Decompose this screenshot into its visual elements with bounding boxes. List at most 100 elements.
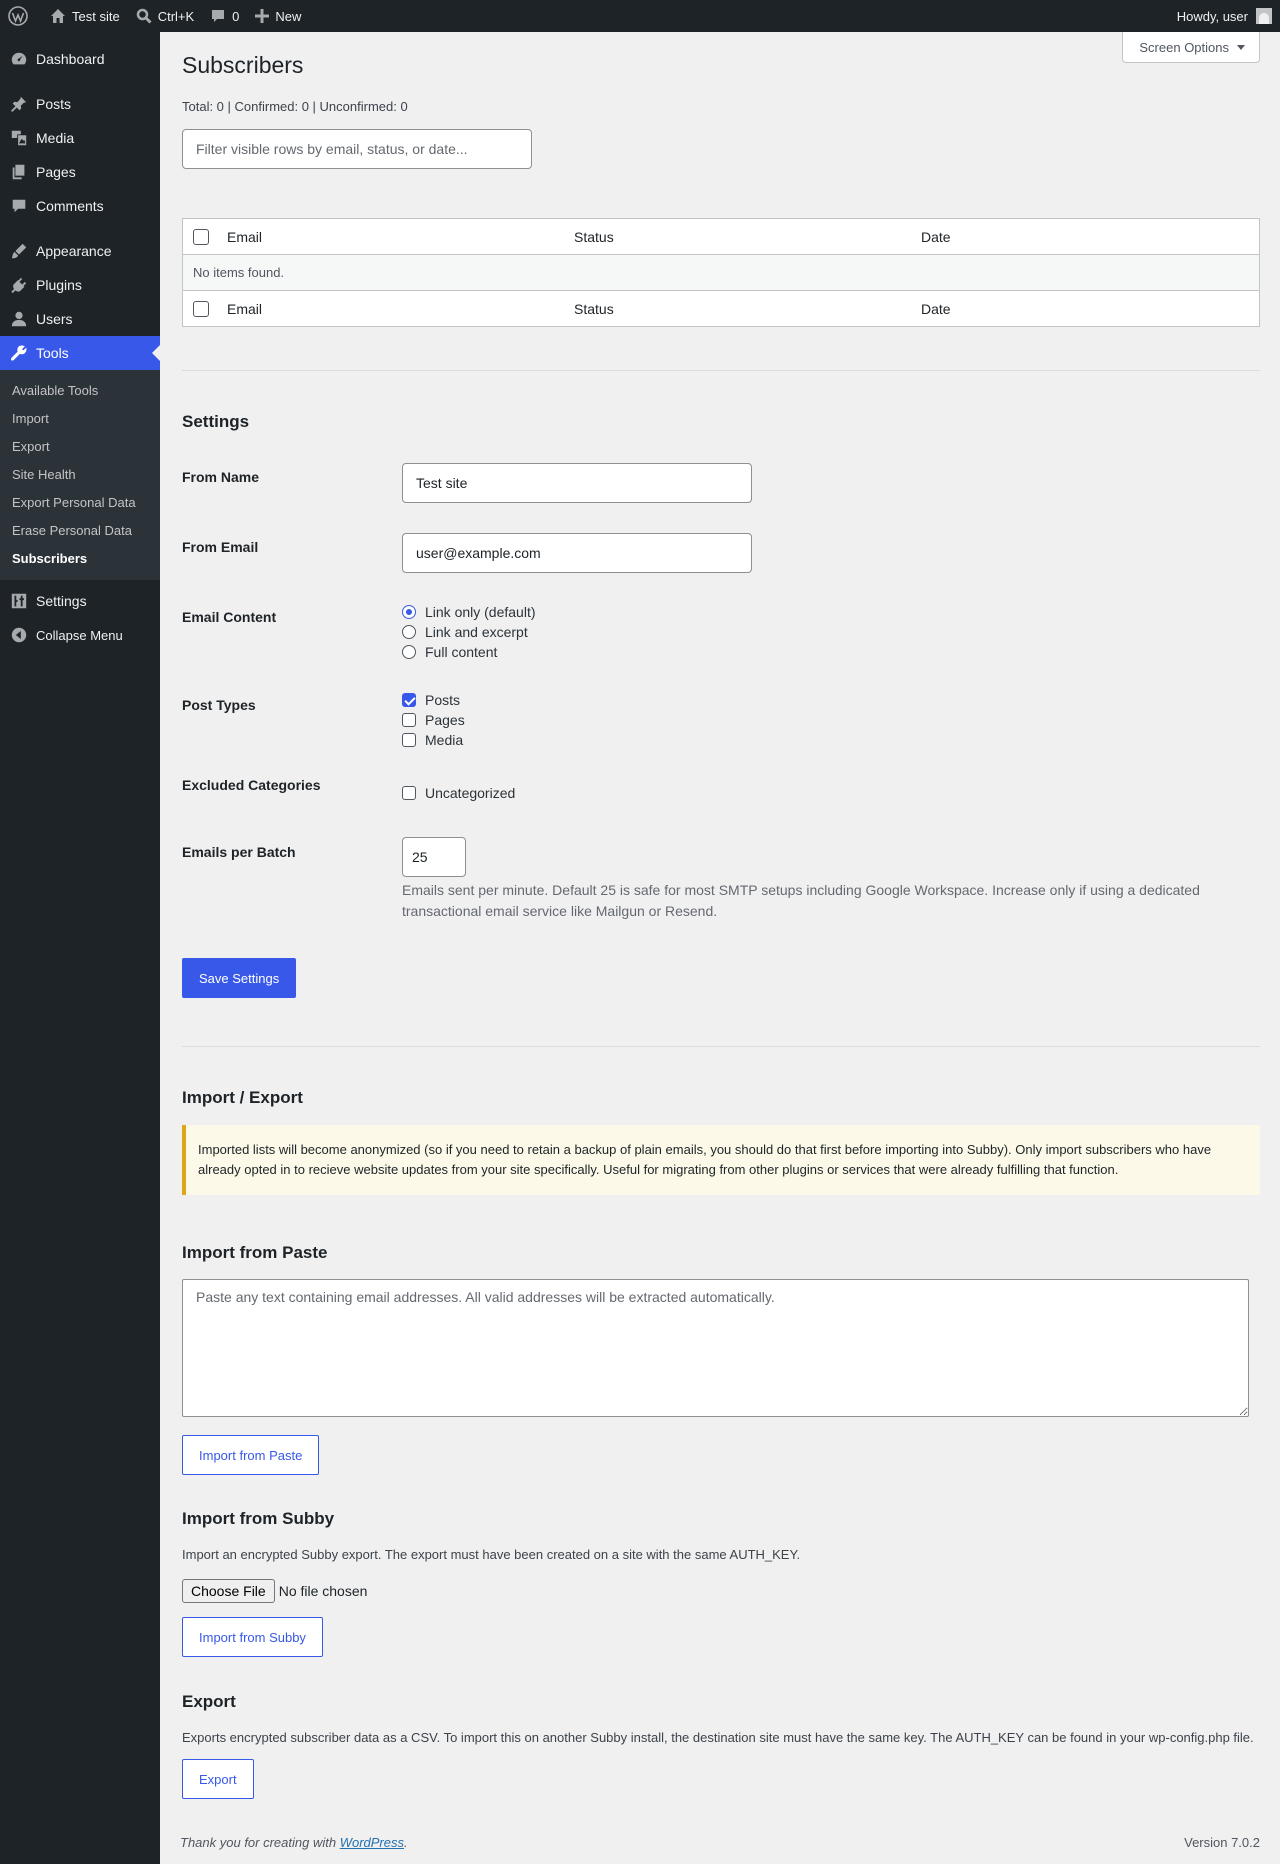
emails-per-batch-label: Emails per Batch: [182, 844, 296, 860]
paste-emails-textarea[interactable]: [182, 1279, 1249, 1417]
option-label: Full content: [425, 644, 498, 660]
sidebar-item-media[interactable]: Media: [0, 121, 160, 155]
emails-per-batch-input[interactable]: 25: [402, 837, 466, 877]
screen-options-label: Screen Options: [1139, 39, 1229, 55]
submenu-item-site-health[interactable]: Site Health: [0, 461, 160, 489]
wordpress-logo-icon[interactable]: [0, 0, 42, 32]
select-all-cell: [183, 291, 218, 327]
sidebar-item-posts[interactable]: Posts: [0, 87, 160, 121]
column-status-footer[interactable]: Status: [564, 291, 911, 327]
sidebar-item-label: Pages: [36, 164, 76, 180]
subscriber-counts: Total: 0 | Confirmed: 0 | Unconfirmed: 0: [182, 99, 408, 114]
file-picker: Choose File No file chosen: [182, 1579, 367, 1603]
post-types-label: Post Types: [182, 697, 256, 713]
section-divider: [182, 370, 1260, 371]
checkbox[interactable]: [402, 713, 416, 727]
import-export-heading: Import / Export: [182, 1088, 303, 1107]
import-from-subby-heading: Import from Subby: [182, 1509, 335, 1528]
sidebar-item-settings[interactable]: Settings: [0, 584, 160, 618]
table-header-row: Email Status Date: [182, 219, 1260, 255]
column-date-footer[interactable]: Date: [911, 291, 1260, 327]
submenu-item-export[interactable]: Export: [0, 433, 160, 461]
sidebar-item-pages[interactable]: Pages: [0, 155, 160, 189]
filter-input[interactable]: [182, 129, 532, 169]
email-content-option-link-only[interactable]: Link only (default): [402, 602, 536, 622]
checkbox-checked[interactable]: [402, 693, 416, 707]
collapse-menu-button[interactable]: Collapse Menu: [0, 618, 160, 652]
sidebar-item-comments[interactable]: Comments: [0, 189, 160, 223]
select-all-checkbox[interactable]: [193, 229, 209, 246]
sidebar-item-tools[interactable]: Tools: [0, 336, 160, 370]
brush-icon: [11, 243, 27, 259]
footer-thanks-suffix: .: [404, 1835, 408, 1850]
dashboard-icon: [11, 52, 27, 65]
from-email-input[interactable]: user@example.com: [402, 533, 752, 573]
sidebar-item-label: Collapse Menu: [36, 627, 123, 643]
choose-file-button[interactable]: Choose File: [182, 1579, 275, 1603]
footer-thanks: Thank you for creating with WordPress.: [180, 1835, 408, 1850]
import-from-subby-button[interactable]: Import from Subby: [182, 1617, 323, 1657]
checkbox[interactable]: [402, 786, 416, 800]
post-type-posts[interactable]: Posts: [402, 690, 460, 710]
settings-heading: Settings: [182, 412, 250, 431]
sidebar-item-appearance[interactable]: Appearance: [0, 234, 160, 268]
screen-options-button[interactable]: Screen Options: [1122, 32, 1260, 63]
excluded-category-uncategorized[interactable]: Uncategorized: [402, 783, 515, 803]
radio[interactable]: [402, 645, 416, 659]
table-row: No items found.: [182, 254, 1260, 291]
sidebar-item-label: Users: [36, 311, 73, 327]
column-email-footer[interactable]: Email: [217, 291, 564, 327]
sidebar-item-label: Comments: [36, 198, 104, 214]
command-palette-link[interactable]: Ctrl+K: [128, 0, 202, 32]
radio[interactable]: [402, 625, 416, 639]
option-label: Posts: [425, 692, 461, 708]
export-description: Exports encrypted subscriber data as a C…: [182, 1730, 1254, 1745]
column-date[interactable]: Date: [911, 219, 1260, 255]
submenu-item-available-tools[interactable]: Available Tools: [0, 377, 160, 405]
wrench-icon: [11, 345, 27, 361]
post-type-media[interactable]: Media: [402, 730, 463, 750]
sidebar-item-dashboard[interactable]: Dashboard: [0, 42, 160, 76]
admin-bar: Test site Ctrl+K 0 New Howdy, user: [0, 0, 1280, 32]
pages-icon: [12, 164, 25, 180]
submenu-item-erase-personal-data[interactable]: Erase Personal Data: [0, 517, 160, 545]
radio-selected[interactable]: [402, 605, 416, 619]
checkbox[interactable]: [402, 733, 416, 747]
wordpress-link[interactable]: WordPress: [340, 1835, 404, 1850]
from-email-label: From Email: [182, 539, 259, 555]
plus-icon: [255, 9, 270, 23]
column-email[interactable]: Email: [217, 219, 564, 255]
site-name-link[interactable]: Test site: [42, 0, 128, 32]
sidebar-item-label: Dashboard: [36, 51, 105, 67]
user-icon: [11, 311, 27, 327]
option-label: Uncategorized: [425, 785, 516, 801]
import-warning-notice: Imported lists will become anonymized (s…: [182, 1125, 1260, 1195]
search-icon: [136, 8, 152, 24]
option-label: Link only (default): [425, 604, 536, 620]
import-from-paste-button[interactable]: Import from Paste: [182, 1435, 320, 1475]
my-account[interactable]: Howdy, user: [1177, 8, 1280, 24]
column-status[interactable]: Status: [564, 219, 911, 255]
import-from-subby-description: Import an encrypted Subby export. The ex…: [182, 1547, 801, 1562]
email-content-option-link-excerpt[interactable]: Link and excerpt: [402, 622, 528, 642]
submenu-item-subscribers[interactable]: Subscribers: [0, 545, 160, 573]
new-content-link[interactable]: New: [247, 0, 309, 32]
sidebar-item-users[interactable]: Users: [0, 302, 160, 336]
page-title: Subscribers: [182, 52, 304, 78]
sidebar-item-plugins[interactable]: Plugins: [0, 268, 160, 302]
export-button[interactable]: Export: [182, 1759, 254, 1799]
save-settings-button[interactable]: Save Settings: [182, 958, 297, 998]
submenu-item-export-personal-data[interactable]: Export Personal Data: [0, 489, 160, 517]
comments-link[interactable]: 0: [202, 0, 247, 32]
table-footer-row: Email Status Date: [182, 290, 1260, 327]
post-type-pages[interactable]: Pages: [402, 710, 465, 730]
option-label: Media: [425, 732, 464, 748]
comments-count: 0: [232, 8, 240, 24]
from-name-input[interactable]: Test site: [402, 463, 752, 503]
email-content-option-full[interactable]: Full content: [402, 642, 497, 662]
select-all-checkbox-footer[interactable]: [193, 301, 209, 318]
tools-submenu: Available Tools Import Export Site Healt…: [0, 370, 160, 580]
submenu-item-import[interactable]: Import: [0, 405, 160, 433]
sidebar-item-label: Posts: [36, 96, 72, 112]
site-name: Test site: [72, 8, 120, 24]
